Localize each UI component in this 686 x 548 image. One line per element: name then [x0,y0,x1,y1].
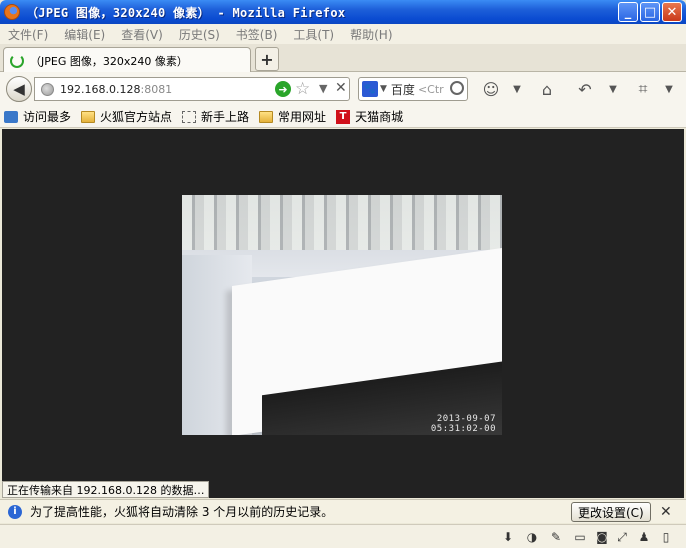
menu-file[interactable]: 文件(F) [8,26,48,43]
camera-time-overlay: 05:31:02-00 [430,424,496,434]
firefox-logo-icon [4,4,20,20]
notification-close-icon[interactable]: ✕ [660,504,672,520]
navigation-toolbar: ◀ 192.168.0.128:8081 ➜ ☆ ▼ ✕ 🐾 ▼ 百度 <Ctr… [0,72,686,106]
bookmark-label: 常用网址 [278,110,327,124]
menu-bookmarks[interactable]: 书签(B) [236,26,278,43]
bookmarks-toolbar: 访问最多 火狐官方站点 新手上路 常用网址 T 天猫商城 [0,106,686,128]
undo-dropdown-icon[interactable]: ▼ [602,79,624,99]
url-host: 192.168.0.128 [60,82,141,96]
bookmark-star-icon[interactable]: ☆ [295,79,310,99]
home-icon[interactable]: ⌂ [536,79,558,99]
window-title: （JPEG 图像，320x240 像素） - Mozilla Firefox [26,5,346,20]
globe-icon [41,82,54,96]
new-tab-button[interactable]: + [255,47,279,71]
bookmark-tmall[interactable]: T 天猫商城 [336,108,403,125]
expand-icon[interactable]: ⤢ [614,529,630,545]
camera-image[interactable]: 2013-09-07 05:31:02-00 [182,195,502,435]
search-placeholder: <Ctr [417,82,444,96]
mobile-icon[interactable]: ▯ [658,529,674,545]
camera-icon[interactable]: ◙ [594,529,610,545]
camera-scene-fringe [182,195,502,250]
mask-icon[interactable]: ◑ [524,529,540,545]
url-dropdown-icon[interactable]: ▼ [319,82,327,95]
maximize-button[interactable]: □ [640,2,660,22]
folder-icon [81,110,96,123]
addon-bar: ⬇ ◑ ✎ ▭ ◙ ⤢ ♟ ▯ [0,524,686,548]
user-icon[interactable]: ♟ [636,529,652,545]
baidu-paw-icon[interactable]: 🐾 [362,81,378,97]
close-button[interactable]: ✕ [662,2,682,22]
menu-tools[interactable]: 工具(T) [293,26,334,43]
most-visited-icon [4,110,18,123]
search-box[interactable]: 🐾 ▼ 百度 <Ctr [358,77,468,101]
bookmark-most-visited[interactable]: 访问最多 [4,108,71,125]
menu-bar: 文件(F) 编辑(E) 查看(V) 历史(S) 书签(B) 工具(T) 帮助(H… [0,24,686,44]
tmall-icon: T [336,109,351,124]
bookmark-label: 天猫商城 [355,110,404,124]
bookmark-common-sites[interactable]: 常用网址 [259,108,326,125]
bookmark-firefox-official[interactable]: 火狐官方站点 [81,108,172,125]
folder-icon [259,110,274,123]
tab-label: （JPEG 图像，320x240 像素） [30,54,188,68]
notification-bar: i 为了提高性能，火狐将自动清除 3 个月以前的历史记录。 更改设置(C) ✕ [0,499,686,523]
loading-spinner-icon [10,53,24,68]
crop-dropdown-icon[interactable]: ▼ [658,79,680,99]
window-titlebar[interactable]: （JPEG 图像，320x240 像素） - Mozilla Firefox _… [0,0,686,24]
back-button[interactable]: ◀ [6,76,32,102]
screenshot-crop-icon[interactable]: ⌗ [632,79,654,99]
page-content: 2013-09-07 05:31:02-00 [2,129,684,498]
notification-text: 为了提高性能，火狐将自动清除 3 个月以前的历史记录。 [30,505,334,519]
blank-page-icon [182,110,197,123]
menu-view[interactable]: 查看(V) [121,26,163,43]
addon-dropdown-icon[interactable]: ▼ [506,79,528,99]
undo-close-icon[interactable]: ↶ [574,79,596,99]
url-bar[interactable]: 192.168.0.128:8081 ➜ ☆ ▼ ✕ [34,77,350,101]
tab-jpeg-image[interactable]: （JPEG 图像，320x240 像素） [3,47,251,73]
info-icon: i [8,504,22,519]
bookmark-label: 火狐官方站点 [100,110,173,124]
menu-help[interactable]: 帮助(H) [350,26,392,43]
go-button[interactable]: ➜ [275,81,291,97]
search-engine-label: 百度 [390,82,415,97]
stop-loading-icon[interactable]: ✕ [335,80,347,96]
bookmark-label: 新手上路 [201,110,250,124]
minimize-button[interactable]: _ [618,2,638,22]
search-magnifier-icon[interactable] [450,81,464,95]
bookmark-label: 访问最多 [23,110,72,124]
brush-icon[interactable]: ✎ [548,529,564,545]
change-settings-button[interactable]: 更改设置(C) [571,502,651,522]
camera-date-overlay: 2013-09-07 [436,414,496,424]
tab-strip: （JPEG 图像，320x240 像素） + [0,44,686,73]
back-arrow-icon: ◀ [13,80,25,98]
status-text: 正在传输来自 192.168.0.128 的数据… [2,481,210,498]
menu-history[interactable]: 历史(S) [179,26,220,43]
addon-emoji-icon[interactable]: ☺ [480,79,502,99]
url-port: :8081 [140,82,173,96]
download-icon[interactable]: ⬇ [500,529,516,545]
menu-edit[interactable]: 编辑(E) [64,26,105,43]
search-engine-dropdown-icon[interactable]: ▼ [380,84,387,94]
bookmark-getting-started[interactable]: 新手上路 [182,108,249,125]
window-icon[interactable]: ▭ [572,529,588,545]
